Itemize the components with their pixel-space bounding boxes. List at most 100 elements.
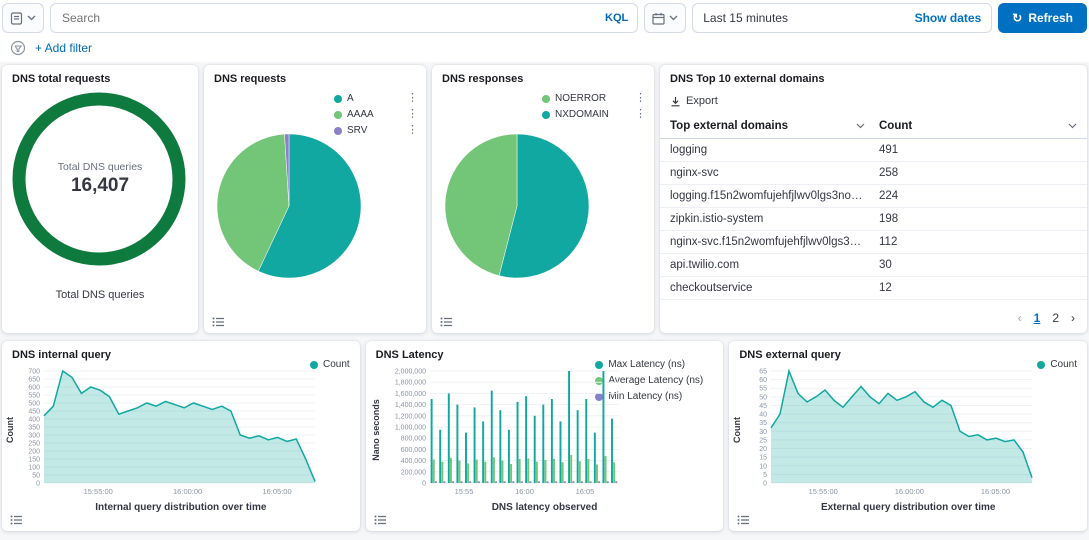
legend-label: Count <box>1050 359 1077 370</box>
date-range-control[interactable]: Last 15 minutes Show dates <box>692 3 992 33</box>
kql-badge[interactable]: KQL <box>605 12 628 24</box>
panel-dns-requests: DNS requests A⋮ AAAA⋮ SRV⋮ <box>204 65 426 333</box>
page-1-button[interactable]: 1 <box>1034 311 1041 325</box>
legend-item[interactable]: A⋮ <box>334 93 418 104</box>
svg-text:15:55:00: 15:55:00 <box>809 487 838 496</box>
table-row[interactable]: logging491 <box>660 139 1087 162</box>
panel-title: DNS internal query <box>2 341 360 361</box>
panel-dns-total-requests: DNS total requests Total DNS queries 16,… <box>2 65 198 333</box>
legend-toggle-icon[interactable] <box>737 515 749 525</box>
legend-label: AAAA <box>347 109 374 120</box>
export-button[interactable]: Export <box>670 95 1077 107</box>
svg-text:1,000,000: 1,000,000 <box>395 425 426 432</box>
column-label: Top external domains <box>670 120 788 132</box>
chevron-down-icon <box>27 15 36 21</box>
domain-cell: zipkin.istio-system <box>670 213 879 225</box>
legend-toggle-icon[interactable] <box>10 515 22 525</box>
legend: A⋮ AAAA⋮ SRV⋮ <box>334 93 418 136</box>
table-row[interactable]: zipkin.istio-system198 <box>660 208 1087 231</box>
gauge-center-label: Total DNS queries <box>2 161 198 173</box>
panel-title: DNS external query <box>729 341 1087 361</box>
svg-text:1,200,000: 1,200,000 <box>395 413 426 420</box>
svg-text:0: 0 <box>36 481 40 488</box>
svg-text:350: 350 <box>28 425 40 432</box>
sort-chevron-icon[interactable] <box>856 123 865 129</box>
gauge-center: Total DNS queries 16,407 <box>2 161 198 197</box>
table-row[interactable]: nginx-svc.f15n2womfujehfjlwv0lgs3no....1… <box>660 231 1087 254</box>
legend-options-icon[interactable]: ⋮ <box>635 93 646 104</box>
column-header-domain[interactable]: Top external domains <box>670 120 879 132</box>
calendar-icon <box>652 12 665 25</box>
legend-options-icon[interactable]: ⋮ <box>407 109 418 120</box>
page-2-button[interactable]: 2 <box>1052 311 1059 325</box>
svg-text:16:00: 16:00 <box>515 487 534 496</box>
panel-title: DNS responses <box>432 65 654 85</box>
legend: NOERROR ⋮ NXDOMAIN ⋮ <box>542 93 646 120</box>
filter-settings-icon[interactable] <box>10 40 26 56</box>
legend-dot <box>542 111 550 119</box>
legend-item[interactable]: NXDOMAIN ⋮ <box>542 109 646 120</box>
area-chart[interactable]: 0501001502002503003504004505005506006507… <box>16 365 321 497</box>
svg-text:45: 45 <box>760 403 768 410</box>
svg-text:16:05:00: 16:05:00 <box>262 487 291 496</box>
svg-text:15:55:00: 15:55:00 <box>84 487 113 496</box>
legend-toggle-icon[interactable] <box>374 515 386 525</box>
count-cell: 12 <box>879 282 1077 294</box>
domain-cell: nginx-svc <box>670 167 879 179</box>
legend-options-icon[interactable]: ⋮ <box>635 109 646 120</box>
gauge-center-value: 16,407 <box>2 175 198 197</box>
legend-options-icon[interactable]: ⋮ <box>407 125 418 136</box>
domain-cell: nginx-svc.f15n2womfujehfjlwv0lgs3no.... <box>670 236 879 248</box>
refresh-button[interactable]: ↻ Refresh <box>998 3 1087 33</box>
panel-title: DNS Latency <box>366 341 724 361</box>
add-filter-link[interactable]: + Add filter <box>35 41 92 55</box>
date-range-label: Last 15 minutes <box>703 11 788 25</box>
table-row[interactable]: logging.f15n2womfujehfjlwv0lgs3nog....22… <box>660 185 1087 208</box>
sort-chevron-icon[interactable] <box>1068 123 1077 129</box>
svg-text:550: 550 <box>28 393 40 400</box>
legend-label: NXDOMAIN <box>555 109 609 120</box>
legend-item[interactable]: AAAA ⋮ <box>334 109 418 120</box>
svg-text:1,600,000: 1,600,000 <box>395 391 426 398</box>
svg-text:5: 5 <box>763 472 767 479</box>
svg-text:600,000: 600,000 <box>400 447 425 454</box>
saved-query-button[interactable] <box>2 3 44 33</box>
x-axis-title: External query distribution over time <box>729 502 1087 513</box>
svg-text:15:55: 15:55 <box>454 487 473 496</box>
svg-text:1,400,000: 1,400,000 <box>395 402 426 409</box>
area-chart[interactable]: 0510152025303540455055606515:55:0016:00:… <box>743 365 1038 497</box>
bar-chart[interactable]: 0200,000400,000600,000800,0001,000,0001,… <box>378 365 623 497</box>
previous-page-icon[interactable]: ‹ <box>1018 311 1022 325</box>
legend-item[interactable]: Count <box>1037 359 1077 370</box>
next-page-icon[interactable]: › <box>1071 311 1075 325</box>
legend-toggle-icon[interactable] <box>440 317 452 327</box>
domain-cell: logging <box>670 144 879 156</box>
panel-dns-external-query: DNS external query Count Count 051015202… <box>729 341 1087 531</box>
saved-query-icon <box>10 12 23 25</box>
show-dates-link[interactable]: Show dates <box>915 11 982 25</box>
legend-options-icon[interactable]: ⋮ <box>407 93 418 104</box>
svg-text:200,000: 200,000 <box>400 469 425 476</box>
column-header-count[interactable]: Count <box>879 120 1077 132</box>
pagination: ‹ 1 2 › <box>1018 311 1075 325</box>
table-row[interactable]: api.twilio.com30 <box>660 254 1087 277</box>
svg-text:40: 40 <box>760 412 768 419</box>
legend-toggle-icon[interactable] <box>212 317 224 327</box>
date-picker-button[interactable] <box>644 3 686 33</box>
svg-text:35: 35 <box>760 420 768 427</box>
legend-label: NOERROR <box>555 93 606 104</box>
domain-cell: logging.f15n2womfujehfjlwv0lgs3nog.... <box>670 190 879 202</box>
x-axis-title: DNS latency observed <box>366 502 724 513</box>
pie-chart[interactable] <box>214 131 364 281</box>
svg-text:600: 600 <box>28 385 40 392</box>
search-input[interactable] <box>60 10 605 26</box>
legend-item[interactable]: NOERROR ⋮ <box>542 93 646 104</box>
pie-chart[interactable] <box>442 131 592 281</box>
table-row[interactable]: checkoutservice12 <box>660 277 1087 300</box>
refresh-icon: ↻ <box>1012 11 1022 25</box>
gauge-bottom-label: Total DNS queries <box>2 289 198 301</box>
panel-title: DNS requests <box>204 65 426 85</box>
table-row[interactable]: nginx-svc258 <box>660 162 1087 185</box>
svg-text:0: 0 <box>422 481 426 488</box>
svg-text:500: 500 <box>28 401 40 408</box>
